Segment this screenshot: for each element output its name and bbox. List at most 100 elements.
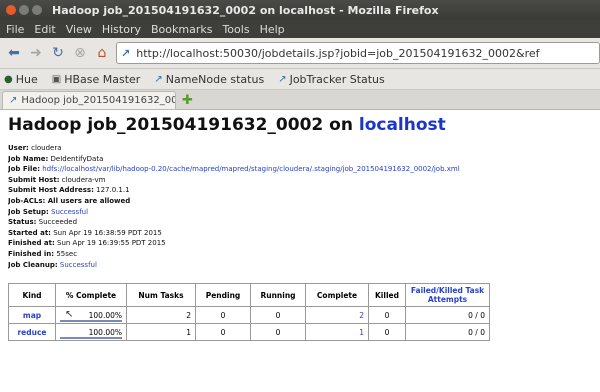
mouse-cursor-icon: ↖ [65, 309, 74, 321]
info-value: 127.0.1.1 [96, 186, 130, 195]
reduce-link[interactable]: reduce [17, 328, 46, 337]
info-label: Job Cleanup: [8, 260, 58, 269]
menu-bar: File Edit View History Bookmarks Tools H… [0, 20, 600, 38]
menu-history[interactable]: History [102, 23, 141, 36]
bookmark-hue[interactable]: ● Hue [4, 73, 38, 86]
info-label: Finished at: [8, 239, 55, 248]
running-cell: 0 [250, 323, 306, 342]
pct-value: 100.00% [88, 310, 122, 320]
header-killed: Killed [368, 283, 406, 308]
info-value: Sun Apr 19 16:38:59 PDT 2015 [53, 228, 162, 237]
header-kind: Kind [8, 283, 56, 308]
window-title: Hadoop job_201504191632_0002 on localhos… [52, 3, 439, 17]
close-icon[interactable] [6, 5, 16, 15]
bookmark-namenode-status[interactable]: ↗ NameNode status [154, 73, 264, 86]
maximize-icon[interactable] [32, 5, 42, 15]
menu-help[interactable]: Help [260, 23, 285, 36]
info-submit-host: Submit Host: cloudera-vm [8, 175, 592, 186]
job-cleanup-link[interactable]: Successful [60, 261, 97, 269]
pending-cell: 0 [195, 323, 251, 342]
bookmark-label: Hue [15, 72, 38, 86]
complete-cell: 2 [305, 306, 369, 325]
num-tasks-cell: 2 [126, 306, 196, 325]
failed-cell: 0 / 0 [405, 323, 490, 342]
header-complete: Complete [305, 283, 369, 308]
table-row: map ↖ 100.00% 2 0 0 2 0 0 / 0 [8, 306, 490, 325]
bookmark-label: JobTracker Status [289, 72, 385, 86]
info-user: User: cloudera [8, 143, 592, 154]
hbase-icon: ▣ [51, 73, 62, 85]
info-label: Job Setup: [8, 207, 49, 216]
reload-icon[interactable]: ↻ [50, 45, 66, 61]
page-icon: ↗ [154, 73, 163, 85]
menu-edit[interactable]: Edit [34, 23, 55, 36]
info-label: Job-ACLs: All users are allowed [8, 196, 131, 205]
pct-value: 100.00% [88, 327, 122, 337]
job-setup-link[interactable]: Successful [51, 208, 88, 216]
info-job-acls: Job-ACLs: All users are allowed [8, 196, 592, 207]
menu-bookmarks[interactable]: Bookmarks [151, 23, 212, 36]
job-info: User: cloudera Job Name: DeIdentifyData … [8, 143, 592, 270]
page-content: Hadoop job_201504191632_0002 on localhos… [0, 110, 600, 343]
header-running: Running [250, 283, 306, 308]
tab-bar: ↗ Hadoop job_201504191632_00... ✚ [0, 90, 600, 110]
killed-cell: 0 [368, 306, 406, 325]
info-label: Submit Host: [8, 175, 60, 184]
page-icon: ↗ [278, 73, 287, 85]
table-header-row: Kind % Complete Num Tasks Pending Runnin… [8, 283, 490, 308]
window-controls [6, 5, 42, 15]
home-icon[interactable]: ⌂ [94, 45, 110, 61]
stop-icon[interactable]: ⊗ [72, 45, 88, 61]
host-link[interactable]: localhost [359, 115, 446, 135]
pending-cell: 0 [195, 306, 251, 325]
bookmark-jobtracker-status[interactable]: ↗ JobTracker Status [278, 73, 385, 86]
header-pct-complete: % Complete [55, 283, 127, 308]
page-icon: ↗ [9, 95, 18, 106]
navigation-toolbar: ⬅ ➜ ↻ ⊗ ⌂ ↗ http://localhost:50030/jobde… [0, 38, 600, 69]
info-status: Status: Succeeded [8, 217, 592, 228]
complete-cell: 1 [305, 323, 369, 342]
info-label: Status: [8, 218, 37, 227]
complete-link[interactable]: 2 [359, 311, 364, 320]
tab-title: Hadoop job_201504191632_00... [21, 95, 176, 106]
bookmark-label: HBase Master [64, 72, 141, 86]
task-summary-table: Kind % Complete Num Tasks Pending Runnin… [8, 283, 490, 342]
info-label: Started at: [8, 228, 51, 237]
failed-cell: 0 / 0 [405, 306, 490, 325]
info-job-setup: Job Setup: Successful [8, 207, 592, 218]
info-submit-host-address: Submit Host Address: 127.0.1.1 [8, 185, 592, 196]
menu-tools[interactable]: Tools [222, 23, 249, 36]
bookmark-hbase-master[interactable]: ▣ HBase Master [52, 73, 141, 86]
kind-cell: map [8, 306, 56, 325]
forward-icon[interactable]: ➜ [28, 45, 44, 61]
back-icon[interactable]: ⬅ [6, 45, 22, 61]
header-failed-killed-attempts[interactable]: Failed/Killed Task Attempts [405, 283, 490, 308]
header-num-tasks: Num Tasks [126, 283, 196, 308]
num-tasks-cell: 1 [126, 323, 196, 342]
info-value: Sun Apr 19 16:39:55 PDT 2015 [57, 239, 166, 248]
info-job-cleanup: Job Cleanup: Successful [8, 260, 592, 271]
info-value: 55sec [56, 249, 78, 258]
new-tab-icon[interactable]: ✚ [182, 93, 193, 108]
window-titlebar: Hadoop job_201504191632_0002 on localhos… [0, 0, 600, 20]
kind-cell: reduce [8, 323, 56, 342]
map-link[interactable]: map [23, 311, 41, 320]
tab-hadoop-job[interactable]: ↗ Hadoop job_201504191632_00... [2, 91, 176, 109]
complete-link[interactable]: 1 [359, 328, 364, 337]
info-label: Job Name: [8, 154, 49, 163]
url-text[interactable]: http://localhost:50030/jobdetails.jsp?jo… [136, 47, 539, 60]
info-label: User: [8, 144, 29, 152]
url-bar[interactable]: ↗ http://localhost:50030/jobdetails.jsp?… [116, 42, 600, 64]
info-job-name: Job Name: DeIdentifyData [8, 154, 592, 165]
job-file-link[interactable]: hdfs://localhost/var/lib/hadoop-0.20/cac… [42, 165, 459, 173]
site-identity-icon[interactable]: ↗ [121, 47, 130, 60]
info-finished-at: Finished at: Sun Apr 19 16:39:55 PDT 201… [8, 238, 592, 249]
info-value: Succeeded [38, 218, 78, 227]
header-pending: Pending [195, 283, 251, 308]
info-started-at: Started at: Sun Apr 19 16:38:59 PDT 2015 [8, 228, 592, 239]
info-label: Submit Host Address: [8, 186, 94, 195]
menu-file[interactable]: File [6, 23, 24, 36]
bookmark-label: NameNode status [165, 72, 265, 86]
menu-view[interactable]: View [66, 23, 92, 36]
minimize-icon[interactable] [19, 5, 29, 15]
